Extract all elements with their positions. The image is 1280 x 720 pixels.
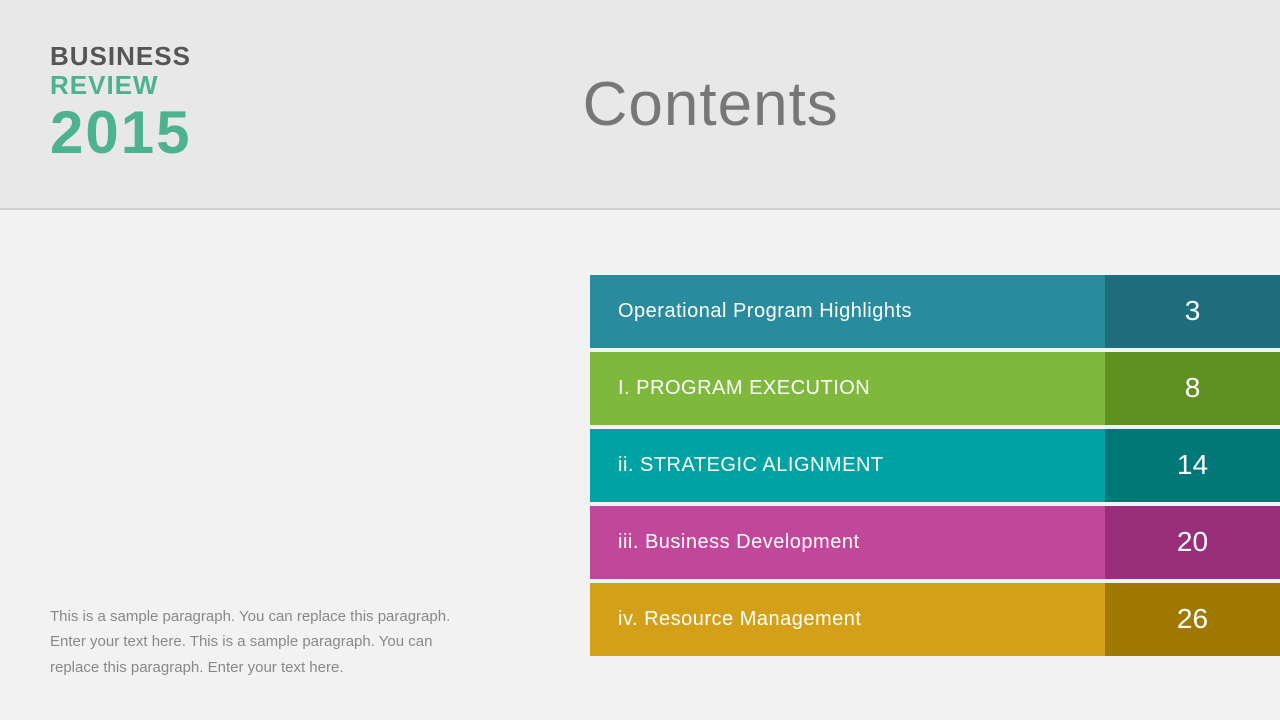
toc-list: Operational Program Highlights3I. PROGRA…	[590, 240, 1280, 690]
toc-label-4: iv. Resource Management	[590, 583, 1105, 656]
toc-label-1: I. PROGRAM EXECUTION	[590, 352, 1105, 425]
brand-review: REVIEW	[50, 71, 191, 100]
toc-page-1: 8	[1105, 352, 1280, 425]
brand: BUSINESS REVIEW 2015	[50, 42, 191, 165]
main-content: This is a sample paragraph. You can repl…	[0, 210, 1280, 720]
toc-label-3: iii. Business Development	[590, 506, 1105, 579]
brand-business: BUSINESS	[50, 42, 191, 71]
toc-row[interactable]: Operational Program Highlights3	[590, 275, 1280, 348]
sample-paragraph: This is a sample paragraph. You can repl…	[50, 604, 480, 681]
header: BUSINESS REVIEW 2015 Contents	[0, 0, 1280, 210]
brand-year: 2015	[50, 100, 191, 166]
toc-row[interactable]: ii. STRATEGIC ALIGNMENT14	[590, 429, 1280, 502]
toc-page-3: 20	[1105, 506, 1280, 579]
toc-row[interactable]: I. PROGRAM EXECUTION8	[590, 352, 1280, 425]
page-title: Contents	[191, 69, 1230, 140]
toc-page-0: 3	[1105, 275, 1280, 348]
left-panel: This is a sample paragraph. You can repl…	[50, 240, 590, 690]
toc-label-0: Operational Program Highlights	[590, 275, 1105, 348]
toc-label-2: ii. STRATEGIC ALIGNMENT	[590, 429, 1105, 502]
toc-row[interactable]: iii. Business Development20	[590, 506, 1280, 579]
toc-page-4: 26	[1105, 583, 1280, 656]
toc-page-2: 14	[1105, 429, 1280, 502]
toc-row[interactable]: iv. Resource Management26	[590, 583, 1280, 656]
